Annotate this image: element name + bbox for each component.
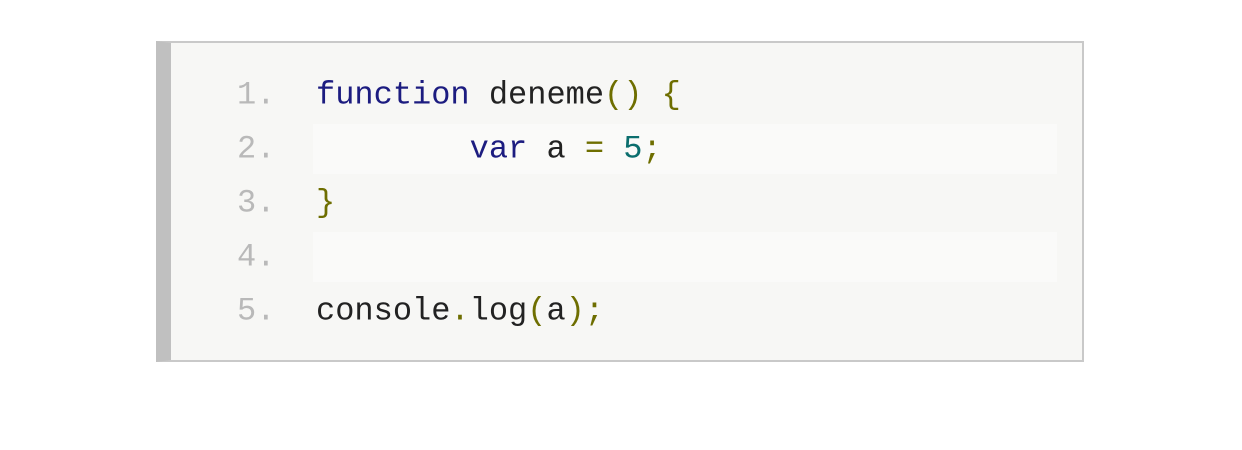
code-line-5: 5. console.log(a); [171, 284, 1082, 338]
line-highlight-band [313, 232, 1057, 282]
code-line-3: 3. } [171, 176, 1082, 230]
code-token: = [584, 130, 605, 168]
code-token: console [316, 292, 451, 330]
line-number: 1. [237, 76, 276, 114]
code-token: } [316, 184, 336, 222]
code-token: deneme [469, 76, 605, 114]
code-token: ( [527, 292, 547, 330]
code-token: . [450, 292, 470, 330]
code-block: 1. function deneme() { 2. var a = 5; 3. … [156, 41, 1084, 362]
code-token: var [469, 130, 528, 168]
line-number: 4. [237, 238, 276, 276]
code-token: () [604, 76, 643, 114]
line-number: 3. [237, 184, 276, 222]
code-token: ); [565, 292, 605, 330]
code-text: console.log(a); [316, 293, 604, 330]
code-text: function deneme() { [316, 77, 681, 114]
code-line-2: 2. var a = 5; [171, 122, 1082, 176]
code-token: a [546, 292, 566, 330]
code-token: { [661, 76, 681, 114]
line-number: 5. [237, 292, 276, 330]
code-text: var a = 5; [316, 131, 662, 168]
code-token: a [527, 130, 585, 168]
code-token: log [469, 292, 528, 330]
code-line-1: 1. function deneme() { [171, 68, 1082, 122]
code-token: ; [642, 130, 662, 168]
line-number: 2. [237, 130, 276, 168]
code-text: } [316, 185, 335, 222]
code-line-4: 4. [171, 230, 1082, 284]
code-token: function [316, 76, 470, 114]
code-token: 5 [623, 130, 643, 168]
